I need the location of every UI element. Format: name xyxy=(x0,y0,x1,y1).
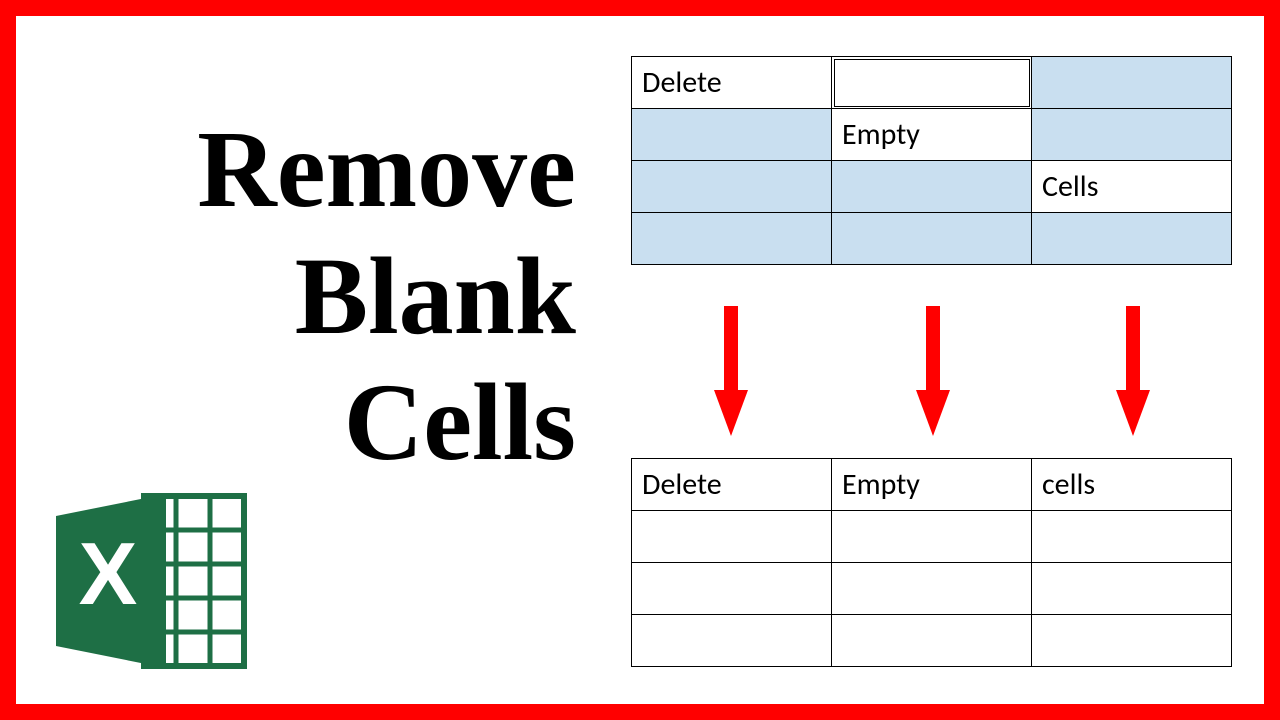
table-row: Delete xyxy=(632,57,1232,109)
table-row xyxy=(632,615,1232,667)
headline-line-3: Cells xyxy=(56,359,576,486)
cell-selected xyxy=(1032,57,1232,109)
headline-line-2: Blank xyxy=(56,233,576,360)
cell xyxy=(632,563,832,615)
down-arrow-icon xyxy=(916,306,950,436)
headline: Remove Blank Cells xyxy=(56,106,576,486)
headline-line-1: Remove xyxy=(56,106,576,233)
cell: Delete xyxy=(632,459,832,511)
table-row: Cells xyxy=(632,161,1232,213)
cell-selected xyxy=(832,213,1032,265)
cell xyxy=(1032,563,1232,615)
table-row: Empty xyxy=(632,109,1232,161)
cell-selected xyxy=(632,161,832,213)
cell xyxy=(1032,615,1232,667)
cell-selected xyxy=(632,109,832,161)
cell xyxy=(832,615,1032,667)
cell xyxy=(832,511,1032,563)
cell xyxy=(632,615,832,667)
cell-selected xyxy=(1032,109,1232,161)
cell xyxy=(1032,511,1232,563)
table-row xyxy=(632,213,1232,265)
down-arrow-icon xyxy=(714,306,748,436)
down-arrow-icon xyxy=(1116,306,1150,436)
cell-selected xyxy=(832,161,1032,213)
cell: Cells xyxy=(1032,161,1232,213)
tutorial-thumbnail: Remove Blank Cells X Delete xyxy=(0,0,1280,720)
after-table: Delete Empty cells xyxy=(631,458,1232,667)
cell: Empty xyxy=(832,459,1032,511)
cell xyxy=(632,511,832,563)
excel-icon: X xyxy=(56,486,256,676)
cell xyxy=(832,563,1032,615)
table-row: Delete Empty cells xyxy=(632,459,1232,511)
cell-active xyxy=(832,57,1032,109)
cell: Delete xyxy=(632,57,832,109)
table-row xyxy=(632,563,1232,615)
cell: cells xyxy=(1032,459,1232,511)
before-table: Delete Empty Cells xyxy=(631,56,1232,265)
cell-selected xyxy=(1032,213,1232,265)
table-row xyxy=(632,511,1232,563)
cell-selected xyxy=(632,213,832,265)
cell: Empty xyxy=(832,109,1032,161)
svg-text:X: X xyxy=(79,524,138,623)
